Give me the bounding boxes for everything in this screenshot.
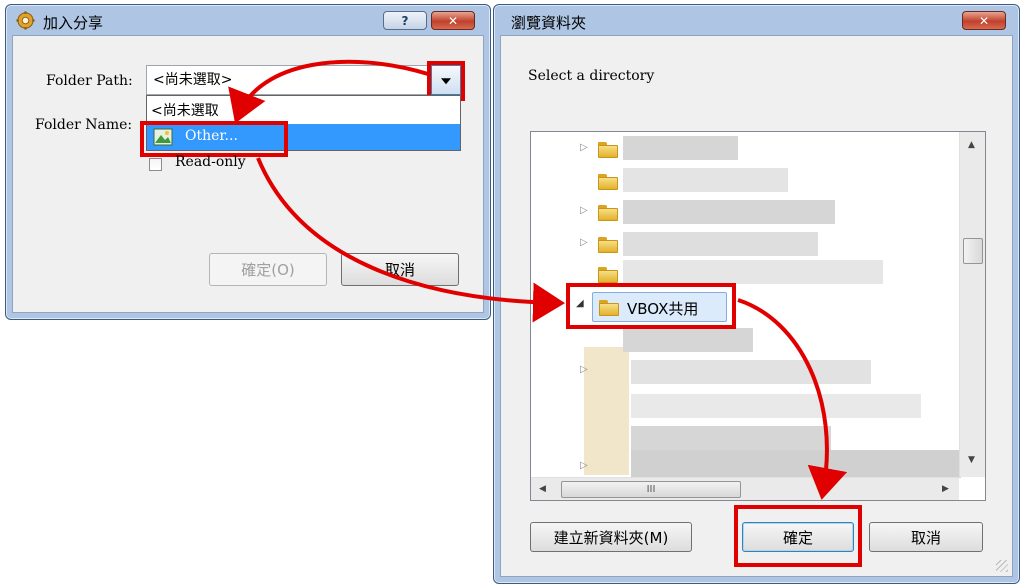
- close-icon: ✕: [978, 13, 990, 28]
- browse-folder-titlebar[interactable]: 瀏覽資料夾 ✕: [494, 5, 1019, 35]
- dropdown-option-none[interactable]: <尚未選取: [147, 97, 460, 123]
- ok-button-label: 確定(O): [241, 261, 295, 279]
- folder-icon: [598, 265, 618, 283]
- ok-button[interactable]: 確定(O): [209, 253, 327, 286]
- readonly-label: Read-only: [175, 154, 246, 170]
- blurred-folder-name: [631, 450, 961, 478]
- blurred-folder-name: [623, 200, 835, 224]
- scroll-left-icon[interactable]: ◀: [539, 484, 546, 494]
- blurred-folder-name: [623, 136, 738, 160]
- folder-name-label: Folder Name:: [35, 117, 133, 133]
- tree-expander-icon[interactable]: ▷: [580, 460, 588, 471]
- dropdown-option-none-label: <尚未選取: [151, 103, 219, 119]
- vertical-scroll-thumb[interactable]: [963, 238, 983, 264]
- folder-icon: [598, 235, 618, 253]
- blurred-folder-name: [623, 328, 753, 352]
- add-share-title: 加入分享: [43, 14, 104, 32]
- tree-expander-icon[interactable]: ▷: [580, 237, 588, 248]
- browse-instruction: Select a directory: [528, 68, 655, 84]
- annotation-ok-highlight: [734, 505, 862, 567]
- blurred-folder-name: [631, 360, 871, 384]
- cancel-button-label: 取消: [384, 261, 415, 279]
- blurred-folder-name: [631, 394, 921, 418]
- new-folder-button[interactable]: 建立新資料夾(M): [530, 522, 692, 552]
- browse-folder-title: 瀏覽資料夾: [511, 14, 587, 32]
- help-button[interactable]: ?: [383, 11, 427, 30]
- scroll-thumb-grip: III: [646, 484, 656, 495]
- folder-path-label: Folder Path:: [46, 73, 133, 89]
- blurred-area: [584, 347, 629, 475]
- folder-path-value: <尚未選取>: [153, 72, 233, 88]
- cancel-button[interactable]: 取消: [341, 253, 459, 286]
- readonly-checkbox[interactable]: [149, 158, 162, 171]
- tree-expander-icon[interactable]: ▷: [580, 205, 588, 216]
- blurred-folder-name: [623, 168, 788, 192]
- tree-horizontal-scrollbar[interactable]: ◀ III ▶: [531, 477, 959, 500]
- close-button[interactable]: ✕: [431, 11, 475, 30]
- tree-expander-icon[interactable]: ▷: [580, 364, 588, 375]
- add-share-titlebar[interactable]: 加入分享 ? ✕: [6, 5, 490, 35]
- new-folder-button-label: 建立新資料夾(M): [553, 528, 669, 547]
- scroll-right-icon[interactable]: ▶: [942, 484, 949, 494]
- browse-cancel-button-label: 取消: [910, 528, 941, 547]
- horizontal-scroll-thumb[interactable]: III: [561, 481, 741, 498]
- folder-path-combobox[interactable]: <尚未選取>: [146, 65, 431, 95]
- tree-expander-icon[interactable]: ▷: [580, 142, 588, 153]
- close-icon: ✕: [447, 13, 459, 28]
- help-icon: ?: [401, 13, 409, 28]
- gear-icon: [16, 11, 35, 30]
- blurred-folder-name: [623, 260, 883, 284]
- annotation-vbox-highlight: [566, 283, 736, 329]
- folder-icon: [598, 203, 618, 221]
- blurred-folder-name: [623, 232, 818, 256]
- annotation-other-highlight: [140, 121, 288, 157]
- browse-close-button[interactable]: ✕: [962, 11, 1006, 30]
- resize-grip-icon[interactable]: [996, 560, 1008, 572]
- tree-vertical-scrollbar[interactable]: ▲ ▼: [959, 132, 985, 477]
- scroll-down-icon[interactable]: ▼: [968, 455, 975, 465]
- browse-cancel-button[interactable]: 取消: [869, 522, 983, 552]
- blurred-folder-name: [631, 426, 831, 450]
- folder-icon: [598, 140, 618, 158]
- folder-icon: [598, 172, 618, 190]
- scroll-up-icon[interactable]: ▲: [968, 140, 975, 150]
